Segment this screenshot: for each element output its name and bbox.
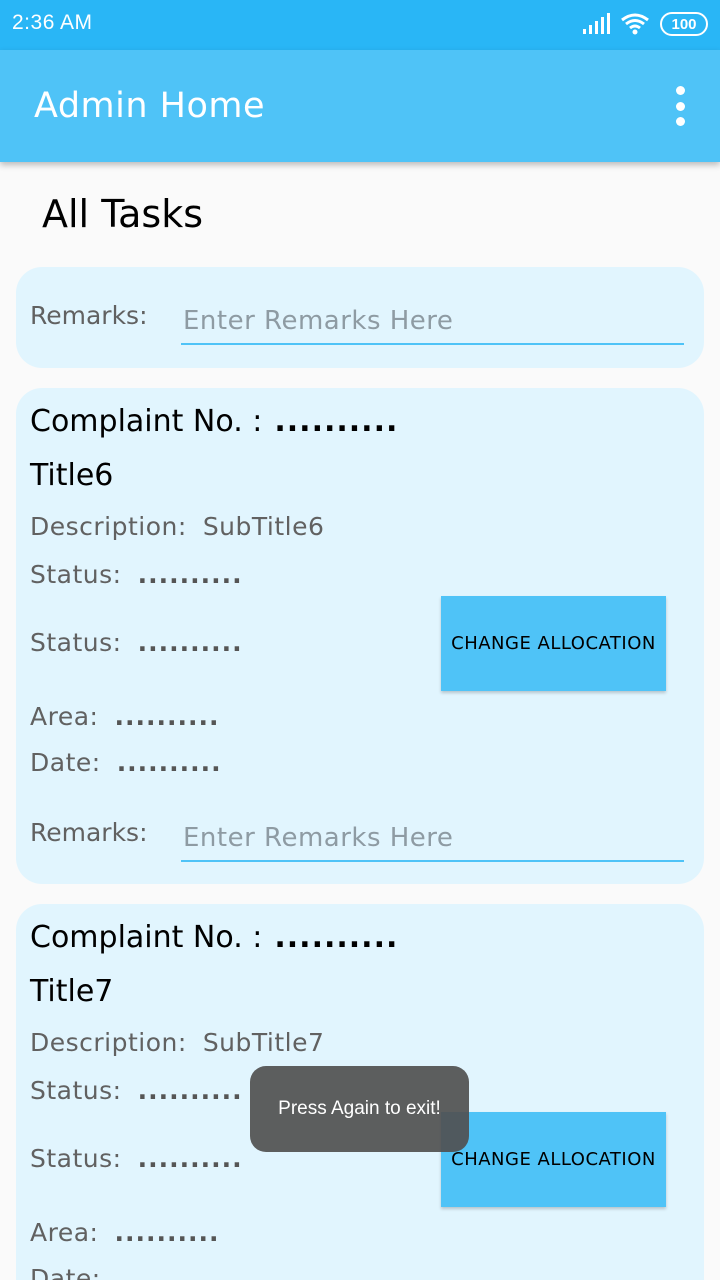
area-row: Area:.......... <box>30 702 219 731</box>
remarks-input[interactable] <box>181 816 684 862</box>
change-allocation-button[interactable]: CHANGE ALLOCATION <box>441 1112 666 1207</box>
status-row: Status:.......... <box>30 1076 243 1105</box>
complaint-no-row: Complaint No. :.......... <box>30 404 398 439</box>
wifi-icon <box>621 13 649 35</box>
status-row-2: Status:.......... <box>30 1144 243 1173</box>
status-label: Status: <box>30 1076 122 1105</box>
description-row: Description: SubTitle7 <box>30 1028 324 1057</box>
area-label: Area: <box>30 1218 99 1247</box>
status-value: .......... <box>137 628 243 657</box>
area-value: .......... <box>114 1218 220 1247</box>
date-row: Date: <box>30 1264 101 1280</box>
description-label: Description: <box>30 512 187 541</box>
date-value: .......... <box>116 748 222 777</box>
description-value: SubTitle6 <box>202 512 325 541</box>
status-label: Status: <box>30 628 122 657</box>
status-row: Status:.......... <box>30 560 243 589</box>
status-value: .......... <box>137 1076 243 1105</box>
complaint-no-label: Complaint No. : <box>30 404 263 439</box>
area-value: .......... <box>114 702 220 731</box>
status-label: Status: <box>30 560 122 589</box>
description-label: Description: <box>30 1028 187 1057</box>
toast-message: Press Again to exit! <box>250 1066 469 1152</box>
area-row: Area:.......... <box>30 1218 219 1247</box>
description-value: SubTitle7 <box>202 1028 325 1057</box>
status-label: Status: <box>30 1144 122 1173</box>
clock: 2:36 AM <box>12 11 93 34</box>
remarks-label: Remarks: <box>30 301 148 330</box>
app-bar: Admin Home <box>0 50 720 162</box>
description-row: Description: SubTitle6 <box>30 512 324 541</box>
complaint-no-value: .......... <box>274 920 399 955</box>
date-row: Date:.......... <box>30 748 222 777</box>
status-bar: 2:36 AM 100 <box>0 0 720 50</box>
status-icons: 100 <box>582 12 708 36</box>
task-title: Title7 <box>30 974 114 1009</box>
remarks-label: Remarks: <box>30 818 148 847</box>
task-card: Complaint No. :.......... Title6 Descrip… <box>16 388 704 884</box>
complaint-no-row: Complaint No. :.......... <box>30 920 398 955</box>
date-label: Date: <box>30 748 101 777</box>
complaint-no-label: Complaint No. : <box>30 920 263 955</box>
battery-level: 100 <box>671 15 697 33</box>
task-card-partial: Remarks: <box>16 267 704 368</box>
date-label: Date: <box>30 1264 101 1280</box>
status-row-2: Status:.......... <box>30 628 243 657</box>
task-title: Title6 <box>30 458 114 493</box>
overflow-menu-icon[interactable] <box>670 86 690 126</box>
area-label: Area: <box>30 702 99 731</box>
remarks-input[interactable] <box>181 299 684 345</box>
status-value: .......... <box>137 560 243 589</box>
change-allocation-button[interactable]: CHANGE ALLOCATION <box>441 596 666 691</box>
signal-icon <box>583 13 610 34</box>
app-title: Admin Home <box>34 86 266 126</box>
section-title: All Tasks <box>42 192 203 236</box>
battery-icon: 100 <box>660 12 708 36</box>
complaint-no-value: .......... <box>274 404 399 439</box>
status-value: .......... <box>137 1144 243 1173</box>
